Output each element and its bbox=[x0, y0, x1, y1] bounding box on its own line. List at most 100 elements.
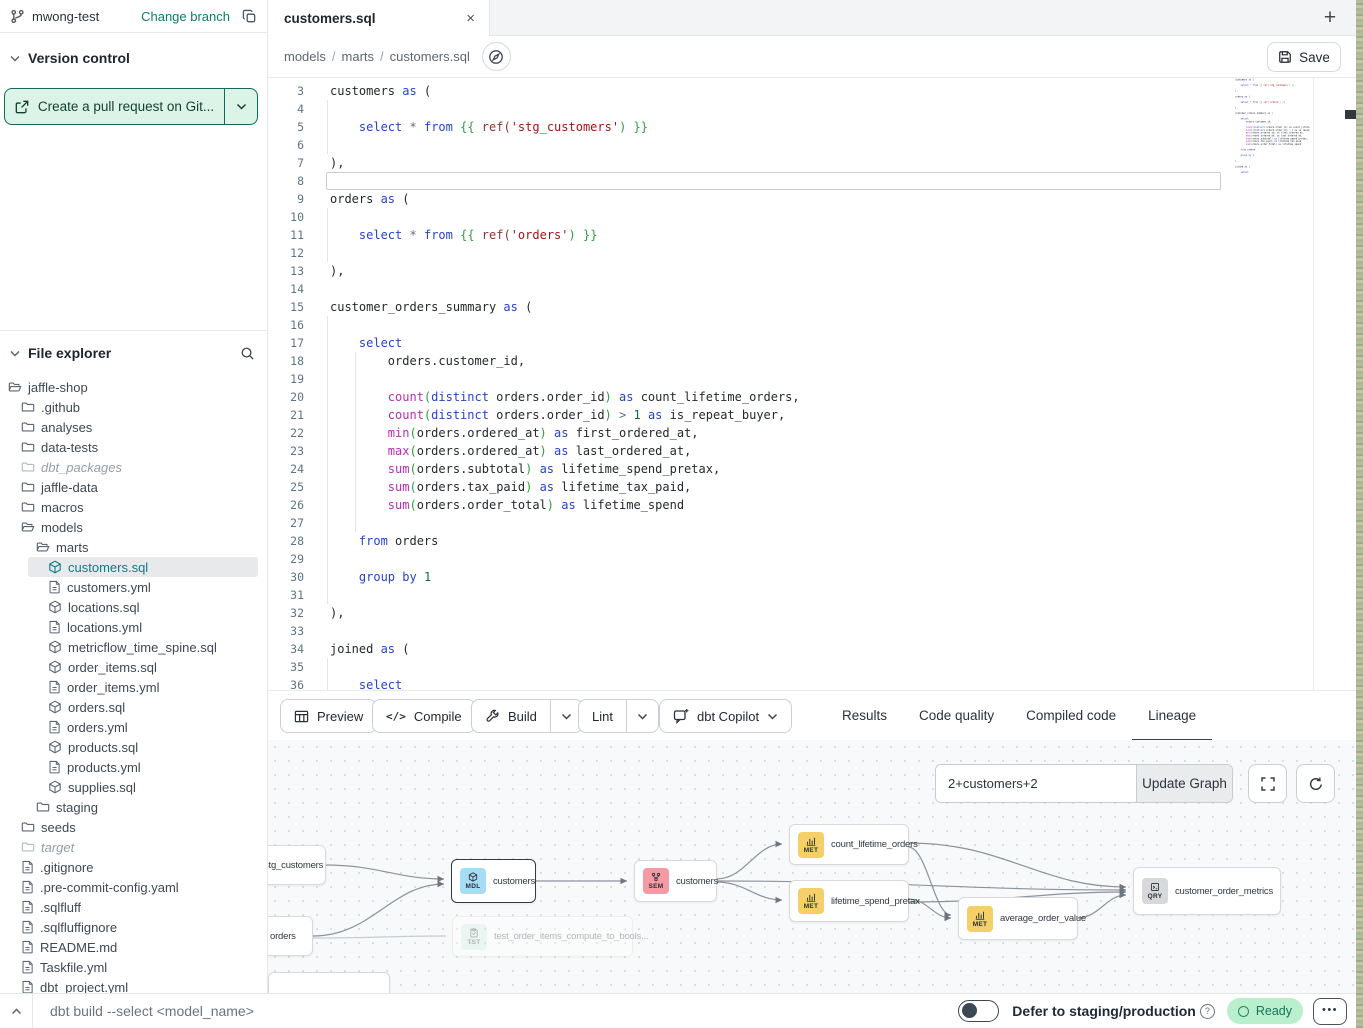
help-icon[interactable]: ? bbox=[1200, 1004, 1215, 1019]
tree-item-staging[interactable]: staging bbox=[0, 797, 267, 817]
copy-branch-icon[interactable] bbox=[242, 9, 257, 24]
lineage-node-test_order_items_compute_to_bools...[interactable]: TSTtest_order_items_compute_to_bools... bbox=[452, 916, 633, 957]
update-graph-button[interactable]: Update Graph bbox=[1136, 765, 1232, 802]
tree-item-marts[interactable]: marts bbox=[0, 537, 267, 557]
new-tab-button[interactable]: + bbox=[1316, 4, 1344, 32]
code-line[interactable] bbox=[268, 280, 1236, 298]
tree-item-jaffle-data[interactable]: jaffle-data bbox=[0, 477, 267, 497]
code-line[interactable] bbox=[268, 658, 1236, 676]
tree-item-supplies.sql[interactable]: supplies.sql bbox=[0, 777, 267, 797]
dbt-copilot-button[interactable]: dbt Copilot bbox=[659, 699, 792, 733]
minimap[interactable]: customers as ( select * from {{ ref('stg… bbox=[1234, 78, 1310, 250]
build-button[interactable]: Build bbox=[471, 699, 583, 733]
code-line[interactable]: sum(orders.order_total) as lifetime_spen… bbox=[268, 496, 1236, 514]
code-line[interactable] bbox=[268, 316, 1236, 334]
save-button[interactable]: Save bbox=[1267, 42, 1341, 72]
code-lines[interactable]: customers as ( select * from {{ ref('stg… bbox=[268, 82, 1236, 690]
tree-item-products.yml[interactable]: products.yml bbox=[0, 757, 267, 777]
lineage-node-lifetime_spend_pretax[interactable]: METlifetime_spend_pretax bbox=[789, 880, 909, 922]
create-pull-request-button[interactable]: Create a pull request on Git... bbox=[4, 88, 258, 125]
code-line[interactable]: min(orders.ordered_at) as first_ordered_… bbox=[268, 424, 1236, 442]
tree-item-customers.sql[interactable]: customers.sql bbox=[0, 557, 267, 577]
tree-item-dbt_project.yml[interactable]: dbt_project.yml bbox=[0, 977, 267, 993]
code-line[interactable] bbox=[268, 136, 1236, 154]
code-line[interactable]: sum(orders.subtotal) as lifetime_spend_p… bbox=[268, 460, 1236, 478]
tab-code-quality[interactable]: Code quality bbox=[903, 691, 1010, 741]
lineage-node-count_lifetime_orders[interactable]: METcount_lifetime_orders bbox=[789, 824, 909, 865]
file-navigate-button[interactable] bbox=[482, 42, 511, 71]
code-line[interactable]: orders as ( bbox=[268, 190, 1236, 208]
tree-item-target[interactable]: target bbox=[0, 837, 267, 857]
code-line[interactable]: select * from {{ ref('orders') }} bbox=[268, 226, 1236, 244]
preview-button[interactable]: Preview bbox=[280, 699, 377, 733]
lineage-node-average_order_value[interactable]: METaverage_order_value bbox=[958, 897, 1078, 940]
code-line[interactable]: select bbox=[268, 676, 1236, 690]
tree-item-Taskfile.yml[interactable]: Taskfile.yml bbox=[0, 957, 267, 977]
code-line[interactable]: count(distinct orders.order_id) as count… bbox=[268, 388, 1236, 406]
editor-scrollbar-thumb[interactable] bbox=[1345, 110, 1356, 119]
tree-item-jaffle-shop[interactable]: jaffle-shop bbox=[0, 377, 267, 397]
code-editor[interactable]: 3456789101112131415161718192021222324252… bbox=[268, 78, 1356, 690]
breadcrumb-part[interactable]: models bbox=[284, 49, 326, 64]
close-tab-icon[interactable]: × bbox=[466, 11, 475, 26]
code-line[interactable] bbox=[268, 244, 1236, 262]
code-line[interactable]: from orders bbox=[268, 532, 1236, 550]
tree-item-customers.yml[interactable]: customers.yml bbox=[0, 577, 267, 597]
version-control-header[interactable]: Version control bbox=[0, 33, 267, 66]
code-line[interactable]: select bbox=[268, 334, 1236, 352]
tree-item-analyses[interactable]: analyses bbox=[0, 417, 267, 437]
code-line[interactable] bbox=[268, 100, 1236, 118]
code-line[interactable] bbox=[268, 514, 1236, 532]
breadcrumb-part[interactable]: marts bbox=[342, 49, 375, 64]
tree-item-products.sql[interactable]: products.sql bbox=[0, 737, 267, 757]
compile-button[interactable]: </> Compile bbox=[372, 699, 476, 733]
tree-item-.github[interactable]: .github bbox=[0, 397, 267, 417]
lint-button[interactable]: Lint bbox=[578, 699, 659, 733]
pr-button-caret[interactable] bbox=[224, 89, 257, 124]
defer-toggle[interactable] bbox=[958, 1000, 999, 1022]
tree-item-.gitignore[interactable]: .gitignore bbox=[0, 857, 267, 877]
lineage-node-stg_customers[interactable]: MDLstg_customers bbox=[268, 845, 326, 885]
tree-item-seeds[interactable]: seeds bbox=[0, 817, 267, 837]
lineage-canvas[interactable]: MDLstg_customersMDLordersMDLcustomersTST… bbox=[268, 740, 1356, 993]
tab-compiled-code[interactable]: Compiled code bbox=[1010, 691, 1132, 741]
code-line[interactable] bbox=[268, 172, 1236, 190]
lineage-node-customers[interactable]: SEMcustomers bbox=[634, 860, 717, 902]
code-line[interactable] bbox=[268, 550, 1236, 568]
code-line[interactable]: max(orders.ordered_at) as last_ordered_a… bbox=[268, 442, 1236, 460]
refresh-icon[interactable] bbox=[1296, 764, 1335, 803]
tree-item-metricflow_time_spine.sql[interactable]: metricflow_time_spine.sql bbox=[0, 637, 267, 657]
command-input[interactable]: dbt build --select <model_name> bbox=[50, 1003, 254, 1019]
code-line[interactable]: joined as ( bbox=[268, 640, 1236, 658]
tab-customers-sql[interactable]: customers.sql × bbox=[268, 0, 490, 36]
code-line[interactable]: select * from {{ ref('stg_customers') }} bbox=[268, 118, 1236, 136]
tree-item-models[interactable]: models bbox=[0, 517, 267, 537]
code-line[interactable]: customers as ( bbox=[268, 82, 1236, 100]
breadcrumb-part[interactable]: customers.sql bbox=[390, 49, 470, 64]
tree-item-orders.yml[interactable]: orders.yml bbox=[0, 717, 267, 737]
tab-results[interactable]: Results bbox=[826, 691, 903, 741]
code-line[interactable] bbox=[268, 622, 1236, 640]
more-options-button[interactable]: ••• bbox=[1313, 998, 1347, 1025]
tree-item-macros[interactable]: macros bbox=[0, 497, 267, 517]
tree-item-.sqlfluffignore[interactable]: .sqlfluffignore bbox=[0, 917, 267, 937]
tree-item-README.md[interactable]: README.md bbox=[0, 937, 267, 957]
lint-caret[interactable] bbox=[626, 700, 658, 732]
tree-item-locations.sql[interactable]: locations.sql bbox=[0, 597, 267, 617]
tree-item-orders.sql[interactable]: orders.sql bbox=[0, 697, 267, 717]
code-line[interactable]: ), bbox=[268, 154, 1236, 172]
lineage-node-partial[interactable] bbox=[268, 972, 390, 993]
search-icon[interactable] bbox=[240, 346, 255, 361]
lineage-node-customer_order_metrics[interactable]: QRYcustomer_order_metrics bbox=[1133, 867, 1281, 915]
file-explorer-header[interactable]: File explorer bbox=[0, 331, 267, 369]
code-line[interactable]: customer_orders_summary as ( bbox=[268, 298, 1236, 316]
fullscreen-icon[interactable] bbox=[1248, 764, 1287, 803]
change-branch-link[interactable]: Change branch bbox=[141, 9, 230, 24]
code-line[interactable]: ), bbox=[268, 604, 1236, 622]
lineage-node-customers[interactable]: MDLcustomers bbox=[451, 859, 536, 903]
tree-item-data-tests[interactable]: data-tests bbox=[0, 437, 267, 457]
code-line[interactable] bbox=[268, 208, 1236, 226]
code-line[interactable] bbox=[268, 370, 1236, 388]
tree-item-.pre-commit-config.yaml[interactable]: .pre-commit-config.yaml bbox=[0, 877, 267, 897]
tree-item-dbt_packages[interactable]: dbt_packages bbox=[0, 457, 267, 477]
